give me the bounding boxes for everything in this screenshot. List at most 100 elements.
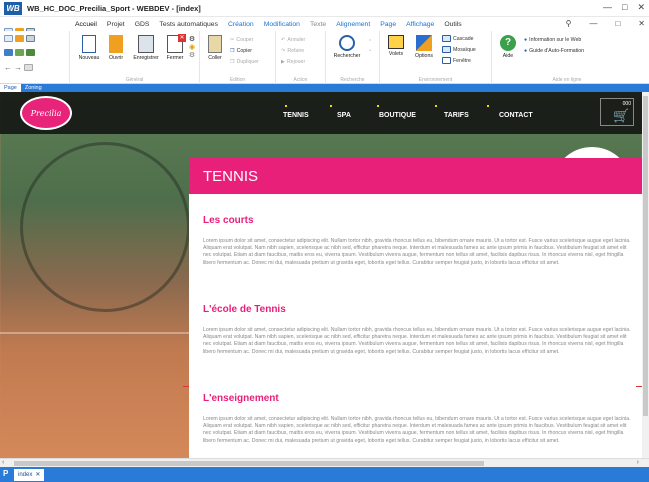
window-title: WB_HC_DOC_Precilia_Sport - WEBDEV - [ind… — [27, 3, 201, 13]
magnifier-icon — [339, 35, 355, 51]
section-body: Lorem ipsum dolor sit amet, consectetur … — [203, 416, 631, 444]
tab-gds[interactable]: GDS — [130, 21, 155, 28]
fermer-button[interactable]: ✕ Fermer — [164, 34, 186, 61]
close-icon[interactable]: ✕ — [35, 471, 40, 478]
tab-accueil[interactable]: Accueil — [70, 21, 102, 28]
action-group-label: Action — [293, 77, 308, 83]
search-icon[interactable]: ⚲ — [566, 19, 572, 28]
document-tab-bar: P index ✕ — [0, 467, 649, 482]
nav-marker — [285, 105, 287, 107]
tab-texte[interactable]: Texte — [305, 21, 331, 28]
misc-tools-button[interactable]: ⚙ ◉ ⚙ — [186, 35, 198, 59]
couper-button[interactable]: ✂ Couper — [230, 37, 253, 43]
tab-projet[interactable]: Projet — [102, 21, 130, 28]
ribbon: ← → Nouveau Ouvrir Enregistrer ✕ Fermer … — [0, 31, 649, 84]
nav-item-tarifs[interactable]: TARIFS — [444, 112, 469, 119]
ribbon-right-controls: ⚲ — □ ✕ — [566, 19, 645, 28]
tab-page[interactable]: Page — [375, 21, 401, 28]
section-body: Lorem ipsum dolor sit amet, consectetur … — [203, 327, 631, 355]
nouveau-button[interactable]: Nouveau — [76, 35, 102, 61]
dupliquer-button[interactable]: ❐ Dupliquer — [230, 59, 259, 65]
ribbon-group-recherche: Rechercher ⌃ ⌄ Recherche — [326, 31, 380, 84]
annuler-button[interactable]: ↶ Annuler — [281, 37, 305, 43]
folder-icon[interactable] — [15, 35, 24, 42]
ribbon-restore-button[interactable]: □ — [615, 19, 620, 28]
horizontal-scroll-thumb[interactable] — [14, 461, 484, 466]
maximize-button[interactable]: □ — [622, 2, 627, 13]
tab-creation[interactable]: Création — [223, 21, 259, 28]
chevron-down-icon: ⌄ — [368, 47, 373, 53]
app-logo: WB — [4, 1, 22, 15]
rejouer-button[interactable]: ▶ Rejouer — [281, 59, 305, 65]
layout-icon[interactable] — [24, 64, 33, 71]
new-file-icon — [82, 35, 96, 53]
court-logo-decoration — [20, 142, 190, 312]
content-panel: TENNIS Les courts Lorem ipsum dolor sit … — [189, 158, 642, 458]
guide-button[interactable]: ● Guide d'Auto-Formation — [524, 48, 584, 54]
vertical-scrollbar[interactable] — [642, 92, 649, 458]
recherche-group-label: Recherche — [340, 77, 365, 83]
ribbon-minimize-button[interactable]: — — [589, 19, 597, 28]
page-title: TENNIS — [203, 168, 259, 185]
window-icon[interactable] — [4, 49, 13, 56]
rechercher-button[interactable]: Rechercher — [328, 35, 366, 59]
search-nav-arrows[interactable]: ⌃ ⌄ — [368, 39, 372, 53]
ribbon-close-button[interactable]: ✕ — [638, 19, 645, 28]
ribbon-quick-group: ← → — [0, 31, 70, 84]
document-tab-index[interactable]: index ✕ — [14, 468, 45, 481]
environnement-group-label: Environnement — [418, 77, 453, 83]
copier-button[interactable]: ❐ Copier — [230, 48, 252, 54]
section-body: Lorem ipsum dolor sit amet, consectetur … — [203, 238, 631, 266]
page-editor-canvas[interactable]: Precilia TENNIS SPA BOUTIQUE TARIFS CONT… — [0, 92, 642, 458]
nav-item-tennis[interactable]: TENNIS — [283, 112, 309, 119]
close-button[interactable]: ✕ — [637, 2, 645, 13]
tab-affichage[interactable]: Affichage — [401, 21, 439, 28]
ouvrir-button[interactable]: Ouvrir — [106, 35, 126, 61]
info-web-button[interactable]: ● Information sur le Web — [524, 37, 581, 43]
scroll-left-icon[interactable]: ‹ — [2, 459, 4, 466]
cart-button[interactable]: 000 🛒 — [600, 98, 634, 126]
fenetre-button[interactable]: Fenêtre — [442, 57, 471, 64]
vertical-scroll-thumb[interactable] — [643, 96, 648, 416]
disk-icon[interactable] — [26, 35, 35, 42]
tab-outils[interactable]: Outils — [439, 21, 466, 28]
tab-page-view[interactable]: Page — [0, 84, 21, 92]
copy-icon: ❐ — [230, 48, 235, 54]
tools-icon: ⚙ — [188, 36, 196, 43]
back-arrow-icon[interactable]: ← — [4, 63, 12, 72]
scroll-right-icon[interactable]: › — [637, 459, 639, 466]
minimize-button[interactable]: — — [603, 2, 612, 13]
forward-arrow-icon[interactable]: → — [14, 63, 22, 72]
nav-marker — [435, 105, 437, 107]
enregistrer-button[interactable]: Enregistrer — [128, 35, 164, 61]
title-bar: WB WB_HC_DOC_Precilia_Sport - WEBDEV - [… — [0, 0, 649, 17]
mosaique-button[interactable]: Mosaïque — [442, 46, 476, 53]
options-button[interactable]: Options — [410, 35, 438, 59]
tab-alignement[interactable]: Alignement — [331, 21, 375, 28]
nav-item-spa[interactable]: SPA — [337, 112, 351, 119]
aide-button[interactable]: ? Aide — [496, 35, 520, 59]
site-navbar: Precilia TENNIS SPA BOUTIQUE TARIFS CONT… — [0, 92, 642, 134]
ribbon-group-edition: Coller ✂ Couper ❐ Copier ❐ Dupliquer Editio… — [200, 31, 276, 84]
site-logo[interactable]: Precilia — [20, 96, 72, 130]
volets-button[interactable]: Volets — [384, 35, 408, 57]
coller-button[interactable]: Coller — [204, 35, 226, 61]
tab-tests[interactable]: Tests automatiques — [154, 21, 223, 28]
section-title: L'école de Tennis — [203, 304, 286, 315]
cascade-button[interactable]: Cascade — [442, 35, 473, 42]
save-disk-icon — [138, 35, 154, 53]
paste-icon — [208, 35, 222, 53]
chevron-up-icon: ⌃ — [368, 39, 373, 45]
nav-item-boutique[interactable]: BOUTIQUE — [379, 112, 416, 119]
tab-zoning-view[interactable]: Zoning — [21, 85, 46, 91]
grid-icon[interactable] — [26, 49, 35, 56]
component-icon[interactable] — [15, 49, 24, 56]
page-view-tabs: Page Zoning — [0, 84, 649, 92]
cart-count: 000 — [622, 101, 631, 107]
refaire-button[interactable]: ↷ Refaire — [281, 48, 304, 54]
new-page-icon[interactable] — [4, 35, 13, 42]
window-list-icon — [442, 57, 451, 64]
tab-modification[interactable]: Modification — [259, 21, 305, 28]
nav-item-contact[interactable]: CONTACT — [499, 112, 533, 119]
horizontal-scrollbar[interactable]: ‹ › — [0, 458, 649, 467]
